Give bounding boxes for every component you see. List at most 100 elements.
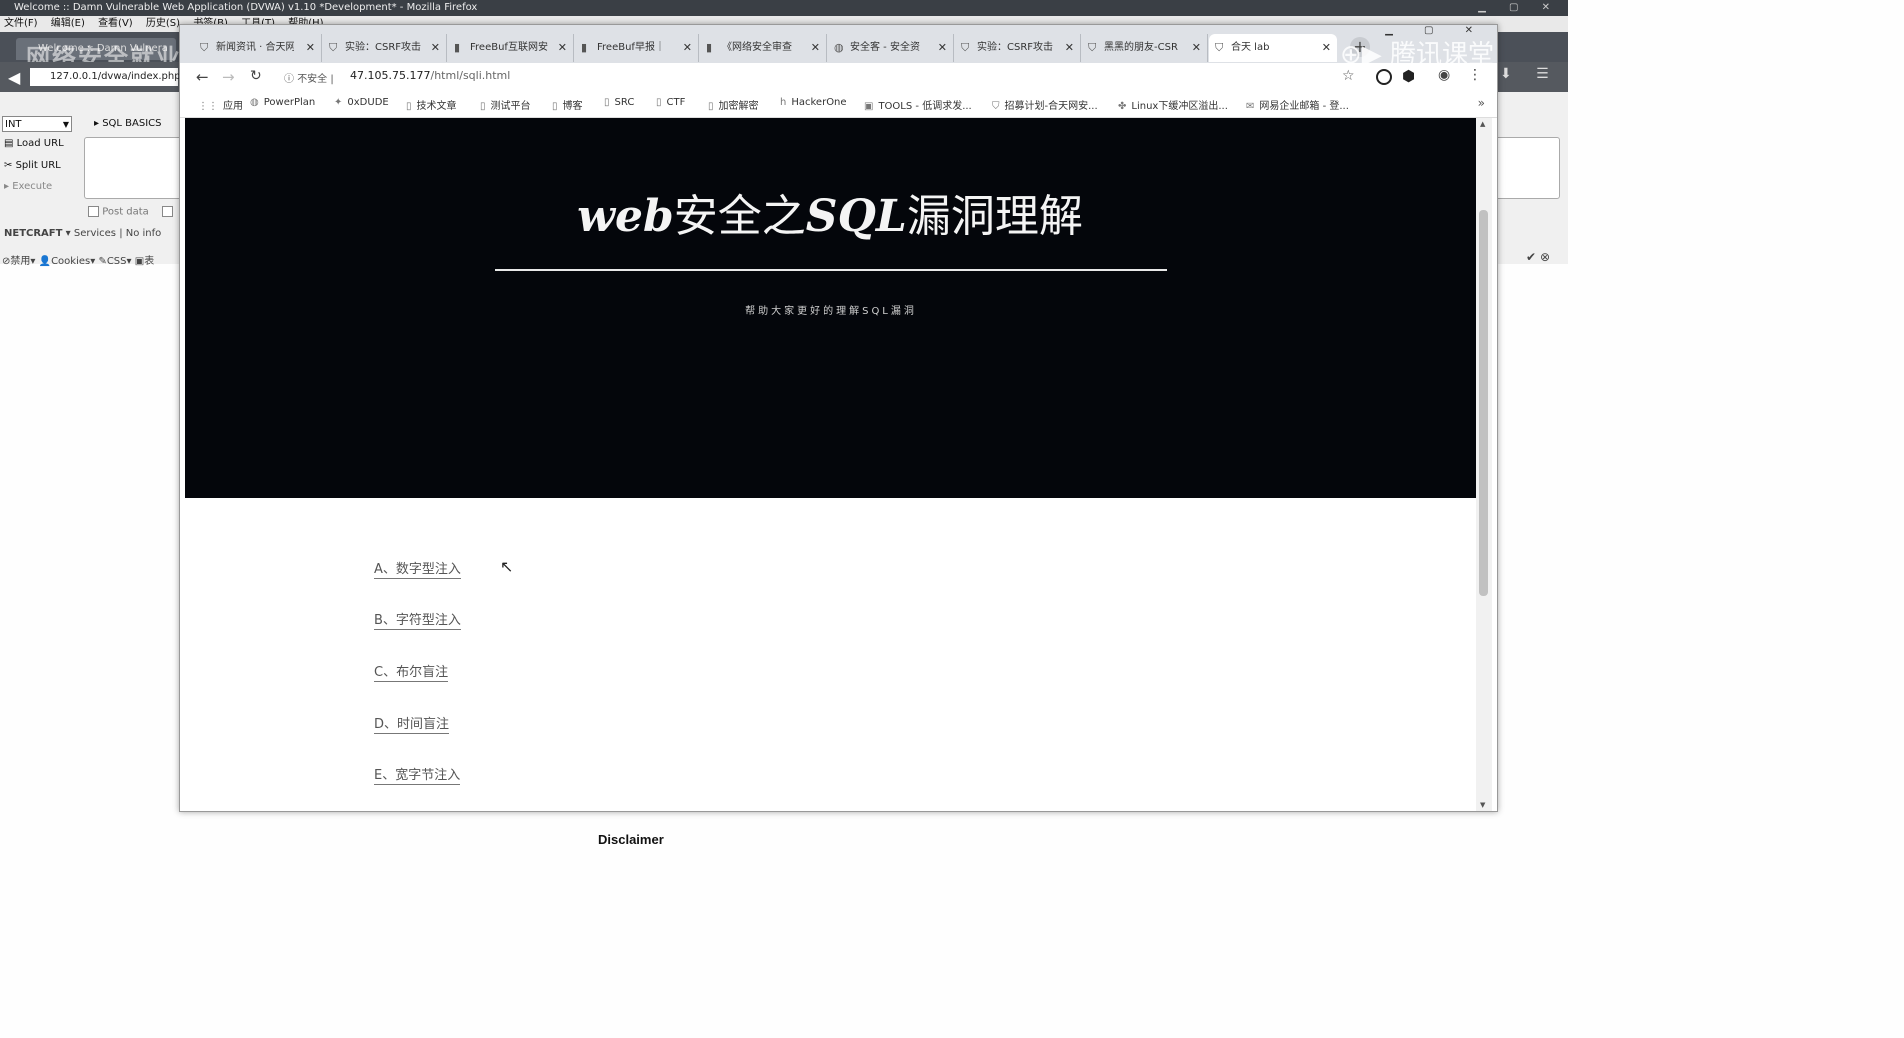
chrome-tab[interactable]: ⛉ 合天 lab ✕: [1209, 34, 1337, 62]
hackbar-sql-basics-menu[interactable]: ▸ SQL BASICS: [94, 118, 162, 129]
bookmarks-bar: ⋮⋮ 应用 ◍ PowerPlan ✦ 0xDUDE ▯ 技术文章 ▯ 测试平台 ▯ 博客 ▯ SRC ▯ C…: [180, 91, 1497, 118]
bookmark-item[interactable]: ▣ TOOLS - 低调求发...: [864, 97, 972, 112]
globe-icon: ◍: [250, 97, 259, 108]
bookmark-label: 技术文章: [416, 101, 457, 112]
reload-icon[interactable]: ↻: [250, 68, 262, 84]
chrome-tab[interactable]: ⛉ 实验：CSRF攻击 ✕: [323, 34, 447, 62]
close-tab-icon[interactable]: ✕: [938, 34, 947, 62]
close-tab-icon[interactable]: ✕: [811, 34, 820, 62]
bookmark-item[interactable]: ▯ 博客: [552, 97, 583, 112]
menu-history[interactable]: 历史(S): [146, 18, 180, 29]
chrome-tab[interactable]: ▮ FreeBuf互联网安 ✕: [448, 34, 574, 62]
shield-icon: ⛉: [992, 101, 1000, 112]
sql-basics-label: SQL BASICS: [102, 118, 162, 129]
cookies-menu[interactable]: 👤Cookies▾: [39, 256, 96, 267]
close-tab-icon[interactable]: ✕: [431, 34, 440, 62]
bookmark-item[interactable]: ✉ 网易企业邮箱 - 登...: [1246, 97, 1349, 112]
forms-label: 表: [144, 256, 155, 267]
toc-link-numeric-injection[interactable]: A、数字型注入: [374, 558, 461, 579]
scrollbar-thumb[interactable]: [1479, 210, 1488, 596]
chrome-tab[interactable]: ⛉ 新闻资讯 · 合天网 ✕: [194, 34, 322, 62]
bookmark-item[interactable]: ▯ CTF: [656, 97, 685, 108]
bookmarks-overflow-icon[interactable]: »: [1478, 96, 1485, 110]
webdeveloper-status-icons[interactable]: ✔⊗: [1526, 250, 1554, 264]
security-indicator[interactable]: ⓘ 不安全 |: [284, 70, 334, 85]
toc-link-string-injection[interactable]: B、字符型注入: [374, 609, 461, 630]
scroll-up-icon[interactable]: ▲: [1480, 120, 1485, 128]
tab-label: 新闻资讯 · 合天网: [216, 42, 294, 53]
bookmark-item[interactable]: ▯ 测试平台: [480, 97, 531, 112]
bookmark-item[interactable]: ✤ Linux下缓冲区溢出...: [1118, 97, 1228, 112]
close-tab-icon[interactable]: ✕: [683, 34, 692, 62]
shield-icon: ⛉: [1215, 41, 1224, 54]
page-subtitle: 帮助大家更好的理解SQL漏洞: [745, 306, 917, 317]
css-menu[interactable]: ✎CSS▾: [98, 256, 131, 267]
close-tab-icon[interactable]: ✕: [1192, 34, 1201, 62]
bookmark-item[interactable]: h HackerOne: [780, 97, 847, 108]
chrome-tab[interactable]: ◍ 安全客 - 安全资 ✕: [828, 34, 954, 62]
chrome-window: ▁ ▢ ✕ ⛉ 新闻资讯 · 合天网 ✕ ⛉ 实验：CSRF攻击 ✕ ▮ FreeBuf互联网…: [179, 24, 1498, 812]
hackbar-post-data-toggle[interactable]: Post data: [88, 206, 149, 218]
firefox-titlebar: Welcome :: Damn Vulnerable Web Applicati…: [0, 0, 1568, 16]
firefox-window-title: Welcome :: Damn Vulnerable Web Applicati…: [14, 2, 478, 13]
bookmark-item[interactable]: ◍ PowerPlan: [250, 97, 315, 108]
menu-edit[interactable]: 编辑(E): [51, 18, 85, 29]
firefox-window-controls[interactable]: ▁ ▢ ✕: [1478, 0, 1560, 16]
bookmark-item[interactable]: ✦ 0xDUDE: [334, 97, 389, 108]
hackbar-split-url-button[interactable]: ✂ Split URL: [4, 160, 61, 171]
disable-menu[interactable]: ⊘禁用▾: [2, 256, 35, 267]
hackbar-type-select[interactable]: INT ▼: [2, 116, 72, 132]
extension-circle-icon[interactable]: [1376, 69, 1392, 85]
bookmark-label: 博客: [562, 101, 583, 112]
address-input[interactable]: 47.105.75.177/html/sqli.html: [350, 69, 510, 82]
forms-menu[interactable]: ▣表: [135, 256, 154, 267]
close-tab-icon[interactable]: ✕: [1322, 34, 1331, 62]
hackbar-load-url-button[interactable]: ▤ Load URL: [4, 138, 64, 149]
firefox-url-field[interactable]: 127.0.0.1/dvwa/index.php: [30, 68, 181, 86]
toc-link-boolean-blind[interactable]: C、布尔盲注: [374, 661, 449, 682]
bookmark-item[interactable]: ▯ 技术文章: [406, 97, 457, 112]
hackerone-icon: h: [780, 97, 787, 108]
firefox-toolbar-icons[interactable]: ⬇ ☰: [1500, 66, 1559, 82]
chrome-tab[interactable]: ▮ 《网络安全审查 ✕: [700, 34, 827, 62]
close-tab-icon[interactable]: ✕: [306, 34, 315, 62]
hackbar-execute-button[interactable]: ▸ Execute: [4, 181, 52, 192]
chrome-tab[interactable]: ▮ FreeBuf早报｜ ✕: [575, 34, 699, 62]
title-web: web: [577, 191, 674, 242]
bookmark-label: Linux下缓冲区溢出...: [1131, 101, 1228, 112]
toc-link-time-blind[interactable]: D、时间盲注: [374, 713, 450, 734]
netcraft-toolbar: NETCRAFT ▾ Services | No info: [4, 228, 162, 239]
dvwa-disclaimer-heading: Disclaimer: [598, 832, 664, 847]
menu-file[interactable]: 文件(F): [4, 18, 38, 29]
page-scrollbar[interactable]: ▲ ▼: [1476, 118, 1492, 811]
bookmark-item[interactable]: ▯ SRC: [604, 97, 634, 108]
tab-label: 安全客 - 安全资: [850, 42, 920, 53]
netcraft-services[interactable]: Services: [74, 228, 116, 239]
referrer-checkbox[interactable]: [162, 206, 173, 217]
toc-link-wide-byte-injection[interactable]: E、宽字节注入: [374, 764, 461, 785]
bookmark-label: HackerOne: [791, 97, 847, 108]
tencent-classroom-watermark: ⊕▶ 腾讯课堂: [1340, 40, 1495, 70]
webdeveloper-toolbar: ⊘禁用▾ 👤Cookies▾ ✎CSS▾ ▣表: [2, 252, 154, 267]
split-url-label: Split URL: [15, 160, 61, 171]
apps-icon: ⋮⋮: [198, 101, 218, 112]
forward-icon[interactable]: →: [222, 68, 235, 86]
bookmark-item[interactable]: ⛉ 招募计划-合天网安...: [992, 97, 1098, 112]
bookmark-item[interactable]: ⋮⋮ 应用: [198, 97, 243, 112]
page-viewport: web安全之SQL漏洞理解 帮助大家更好的理解SQL漏洞 A、数字型注入 B、字…: [185, 118, 1476, 811]
post-data-checkbox[interactable]: [88, 206, 99, 217]
chrome-tab[interactable]: ⛉ 黑黑的朋友-CSR ✕: [1082, 34, 1208, 62]
back-icon[interactable]: ←: [196, 68, 209, 86]
firefox-back-icon[interactable]: ◀: [8, 68, 20, 87]
bookmark-item[interactable]: ▯ 加密解密: [708, 97, 759, 112]
scroll-down-icon[interactable]: ▼: [1480, 801, 1485, 809]
close-tab-icon[interactable]: ✕: [558, 34, 567, 62]
chrome-toolbar: ← → ↻ ⓘ 不安全 | 47.105.75.177/html/sqli.ht…: [180, 63, 1497, 91]
tab-label: 实验：CSRF攻击: [977, 42, 1054, 53]
chrome-tab[interactable]: ⛉ 实验：CSRF攻击 ✕: [955, 34, 1081, 62]
menu-view[interactable]: 查看(V): [98, 18, 133, 29]
close-tab-icon[interactable]: ✕: [1065, 34, 1074, 62]
page-title: web安全之SQL漏洞理解: [525, 180, 1135, 244]
title-divider: [495, 269, 1167, 271]
twitter-icon: ✦: [334, 97, 343, 108]
